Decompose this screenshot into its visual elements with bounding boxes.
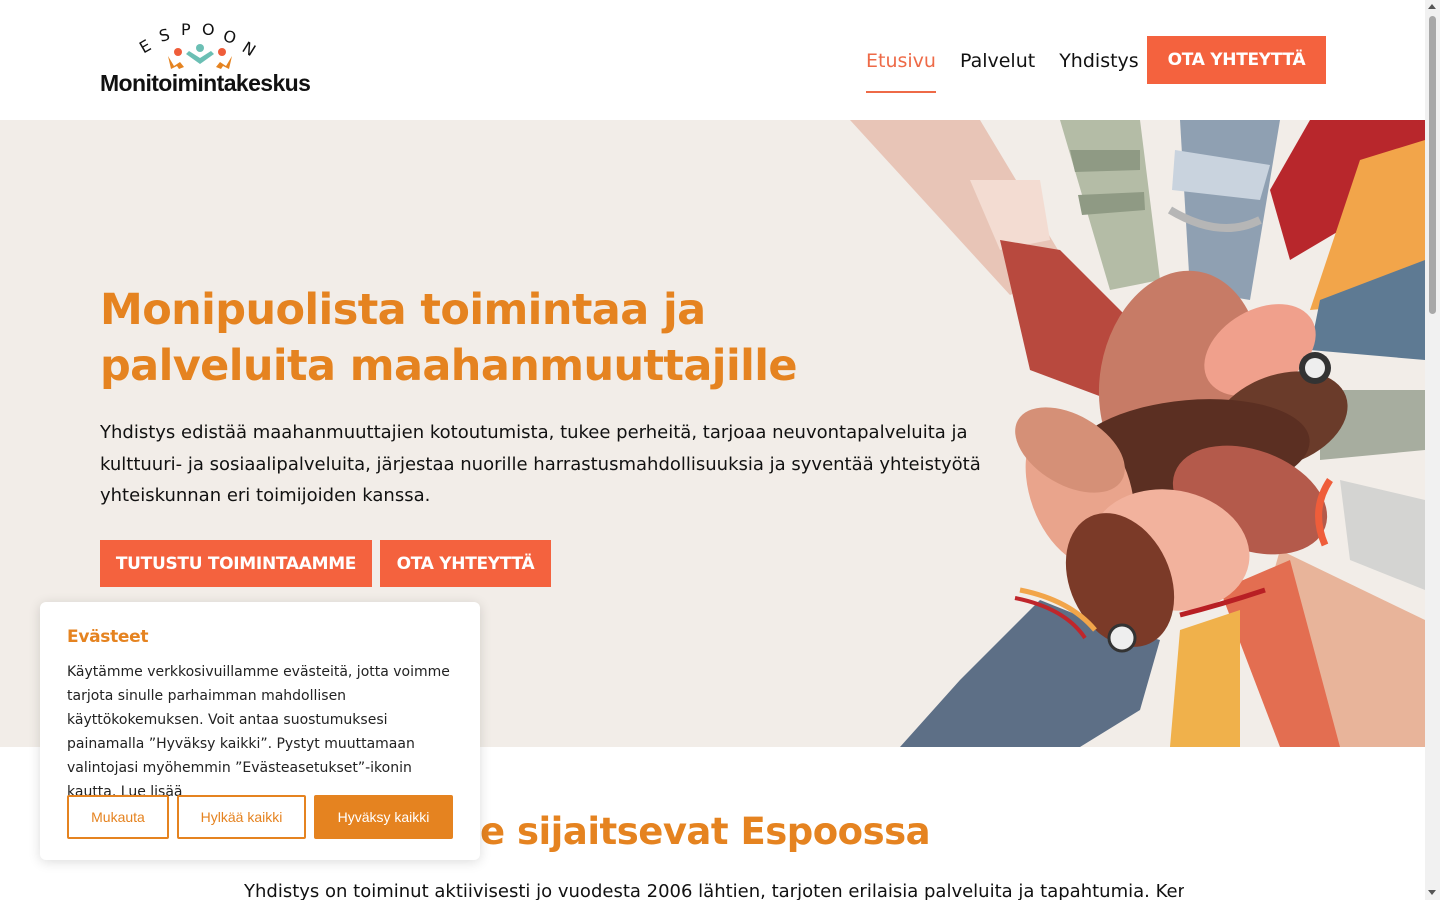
section-title: e sijaitsevat Espoossa [480,810,931,853]
scroll-up-arrow-icon[interactable] [1428,4,1436,9]
nav-item-etusivu[interactable]: Etusivu [866,36,936,93]
svg-text:N: N [239,38,259,60]
cookie-consent-dialog: Evästeet Käytämme verkkosivuillamme eväs… [40,602,480,860]
scroll-thumb[interactable] [1429,16,1436,314]
svg-text:P: P [181,22,191,39]
nav-item-yhdistys[interactable]: Yhdistys [1059,36,1138,84]
svg-text:O: O [202,22,215,39]
hero-description: Yhdistys edistää maahanmuuttajien kotout… [100,422,981,506]
site-logo[interactable]: E S P O O N Monitoimintakeskus [100,22,311,98]
contact-button[interactable]: OTA YHTEYTTÄ [1147,36,1326,84]
main-nav: Etusivu Palvelut Yhdistys [866,36,1163,93]
accept-all-button[interactable]: Hyväksy kaikki [314,795,453,839]
hero-contact-button[interactable]: OTA YHTEYTTÄ [380,540,551,587]
hero-title: Monipuolista toimintaa ja palveluita maa… [100,285,798,391]
reject-all-button[interactable]: Hylkää kaikki [177,795,306,839]
svg-text:S: S [157,25,172,46]
explore-button[interactable]: TUTUSTU TOIMINTAAMME [100,540,372,587]
scroll-down-arrow-icon[interactable] [1428,890,1436,895]
logo-people-icon: E S P O O N [138,22,259,69]
cookie-description: Käytämme verkkosivuillamme evästeitä, jo… [67,664,450,800]
page-scrollbar[interactable] [1425,0,1440,900]
cookie-title: Evästeet [67,627,149,647]
section-text: Yhdistys on toiminut aktiivisesti jo vuo… [244,881,1184,900]
customize-button[interactable]: Mukauta [67,795,169,839]
svg-text:E: E [138,36,154,58]
logo-wordmark: Monitoimintakeskus [100,70,311,96]
svg-text:O: O [221,26,238,48]
nav-item-palvelut[interactable]: Palvelut [960,36,1035,84]
site-header: E S P O O N Monitoimintakeskus Etusivu P… [0,0,1425,120]
